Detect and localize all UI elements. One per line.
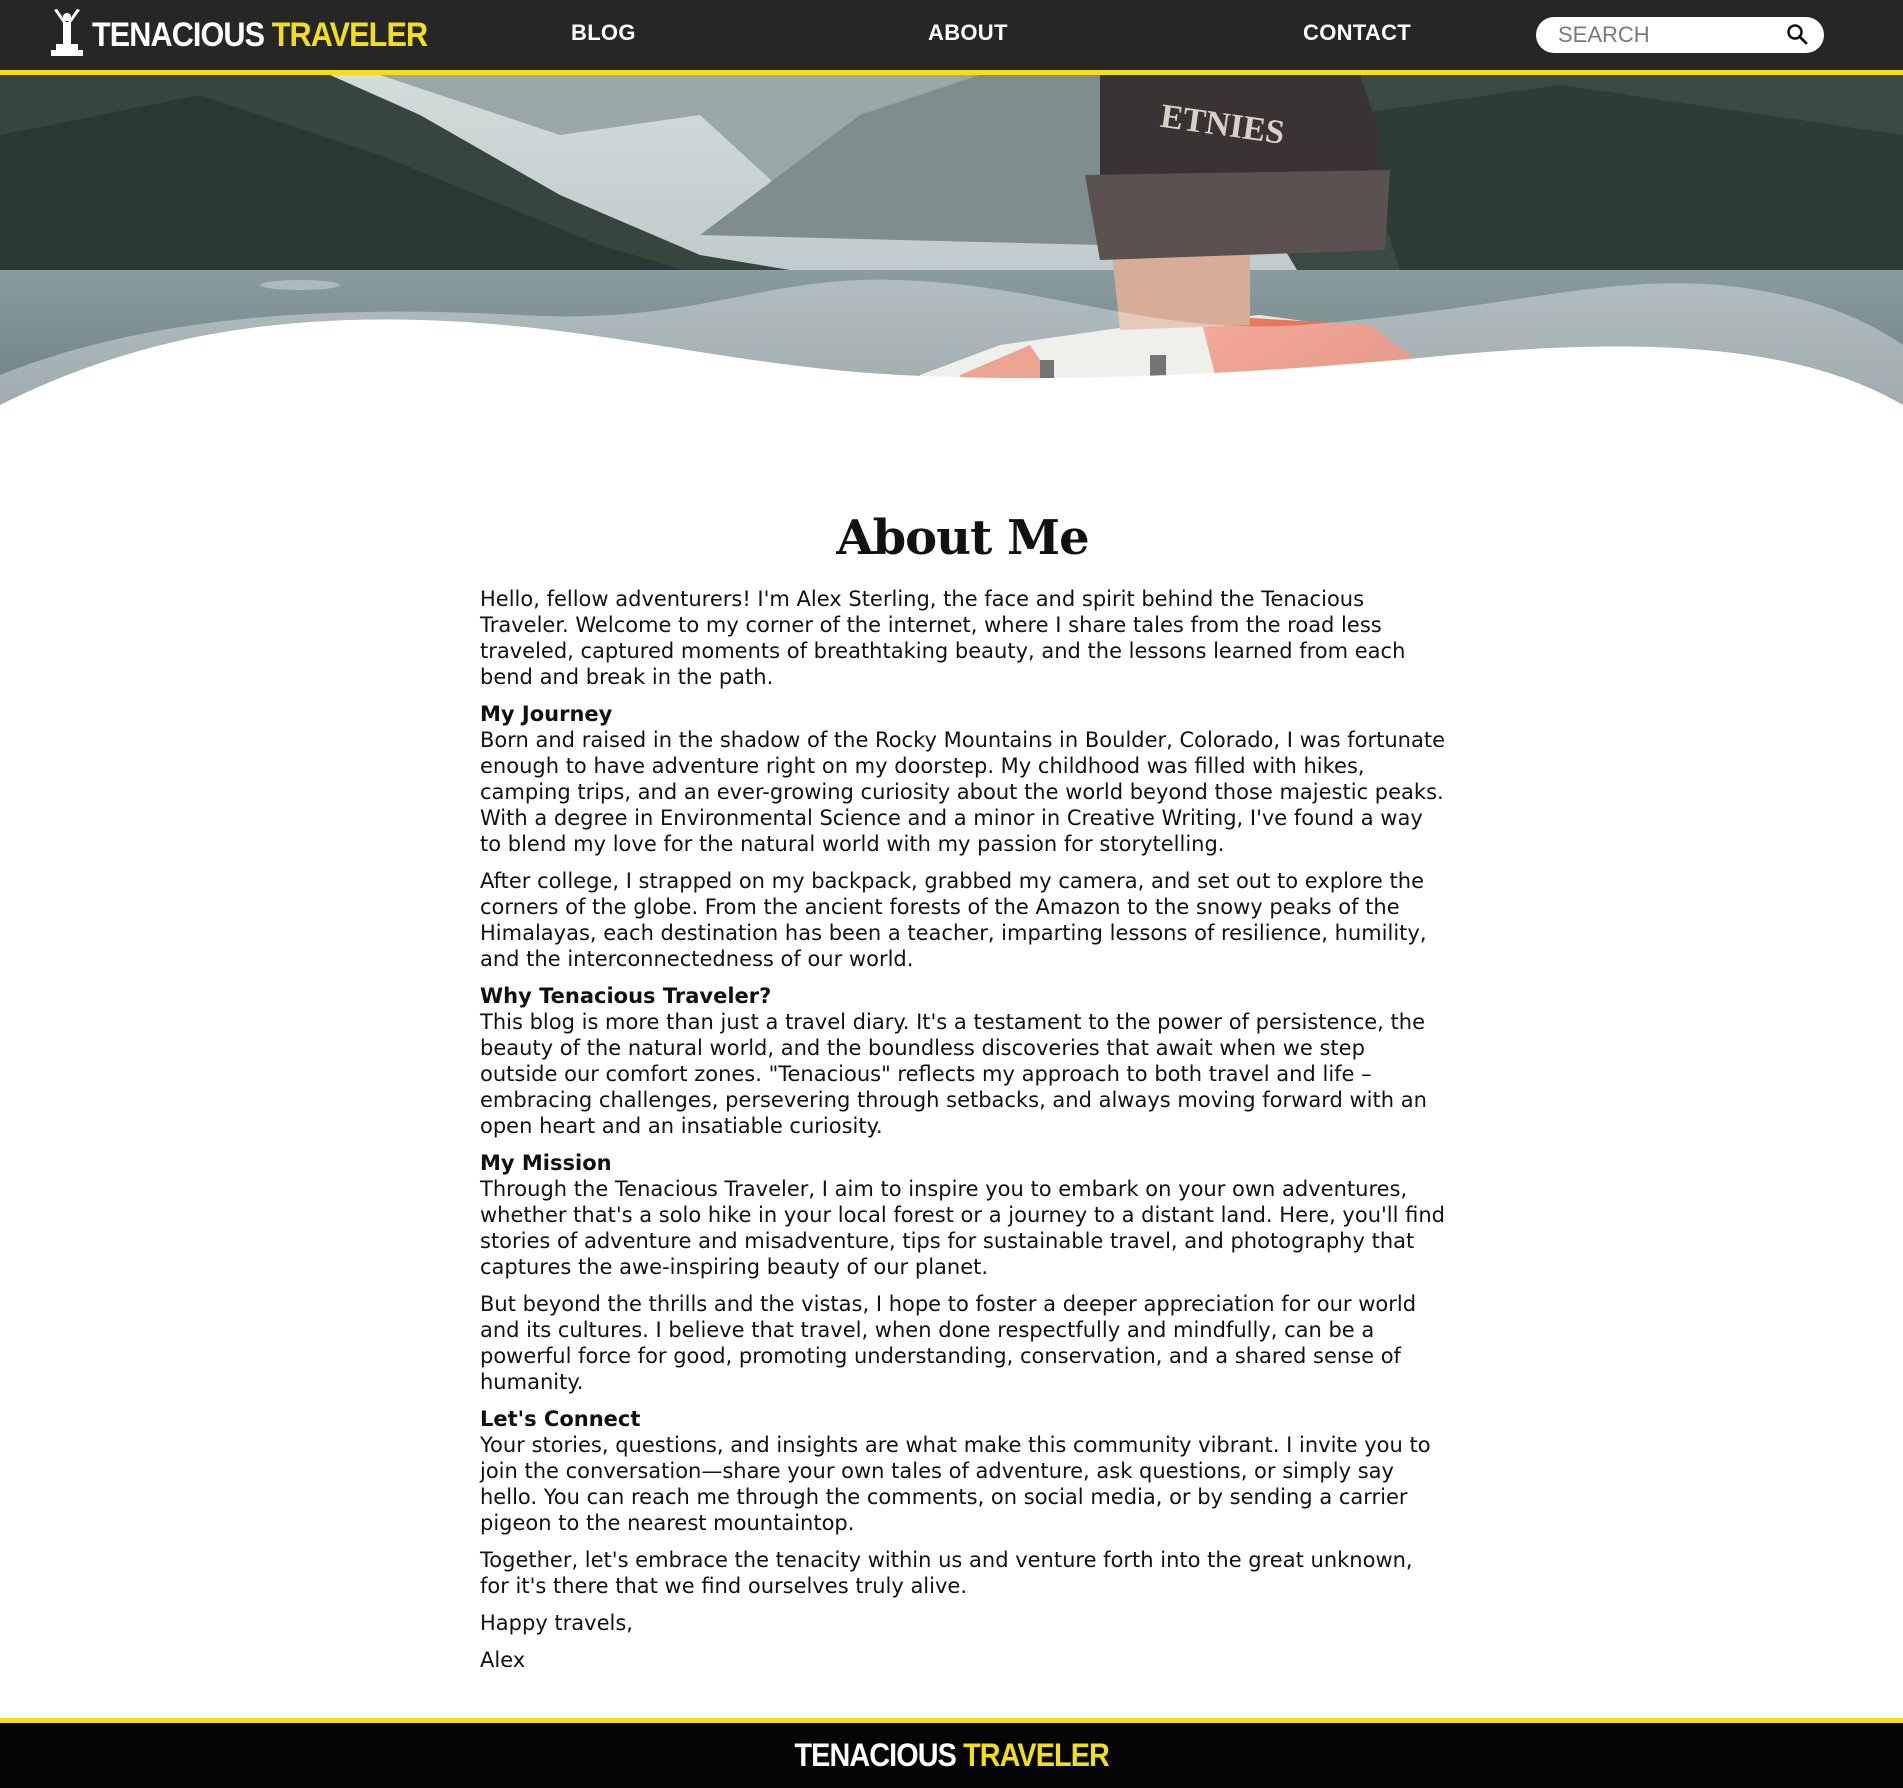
- hero-image: ETNIES: [0, 75, 1903, 475]
- why-section: Why Tenacious Traveler? This blog is mor…: [480, 983, 1445, 1139]
- mission-section: My Mission Through the Tenacious Travele…: [480, 1150, 1445, 1280]
- search-input[interactable]: [1556, 21, 1790, 49]
- search-icon[interactable]: [1786, 23, 1808, 49]
- connect-paragraph-2: Together, let's embrace the tenacity wit…: [480, 1548, 1413, 1598]
- journey-section: My Journey Born and raised in the shadow…: [480, 701, 1445, 857]
- connect-section: Let's Connect Your stories, questions, a…: [480, 1406, 1445, 1536]
- about-content: About Me Hello, fellow adventurers! I'm …: [480, 510, 1445, 1684]
- mission-heading: My Mission: [480, 1151, 612, 1175]
- connect-heading: Let's Connect: [480, 1407, 641, 1431]
- signoff-text: Happy travels,: [480, 1611, 633, 1635]
- why-heading: Why Tenacious Traveler?: [480, 984, 772, 1008]
- journey-paragraph-2: After college, I strapped on my backpack…: [480, 869, 1427, 971]
- logo-wordmark: TENACIOUS TRAVELER: [92, 15, 428, 55]
- logo-word-tenacious: TENACIOUS: [92, 15, 265, 54]
- search-bar: [1536, 17, 1824, 53]
- footer-word-tenacious: TENACIOUS: [794, 1737, 956, 1773]
- hiker-icon: [48, 8, 86, 62]
- mission-paragraph-2: But beyond the thrills and the vistas, I…: [480, 1292, 1417, 1394]
- nav-contact[interactable]: CONTACT: [1303, 20, 1411, 46]
- site-header: TENACIOUS TRAVELER BLOG ABOUT CONTACT: [0, 0, 1903, 75]
- nav-blog[interactable]: BLOG: [571, 20, 636, 46]
- why-paragraph-1: This blog is more than just a travel dia…: [480, 1010, 1427, 1138]
- intro-paragraph: Hello, fellow adventurers! I'm Alex Ster…: [480, 587, 1406, 689]
- page-title: About Me: [836, 510, 1089, 566]
- nav-about[interactable]: ABOUT: [928, 20, 1008, 46]
- mission-paragraph-1: Through the Tenacious Traveler, I aim to…: [480, 1177, 1445, 1279]
- signature-text: Alex: [480, 1648, 526, 1672]
- footer-word-traveler: TRAVELER: [962, 1737, 1110, 1773]
- journey-heading: My Journey: [480, 702, 613, 726]
- site-logo[interactable]: TENACIOUS TRAVELER: [48, 8, 464, 62]
- hero-photo-illustration: ETNIES: [0, 75, 1903, 475]
- logo-word-traveler: TRAVELER: [271, 15, 428, 54]
- journey-paragraph-1: Born and raised in the shadow of the Roc…: [480, 728, 1446, 856]
- footer-logo-wordmark[interactable]: TENACIOUS TRAVELER: [794, 1737, 1110, 1774]
- connect-paragraph-1: Your stories, questions, and insights ar…: [480, 1433, 1431, 1535]
- site-footer: TENACIOUS TRAVELER: [0, 1718, 1903, 1788]
